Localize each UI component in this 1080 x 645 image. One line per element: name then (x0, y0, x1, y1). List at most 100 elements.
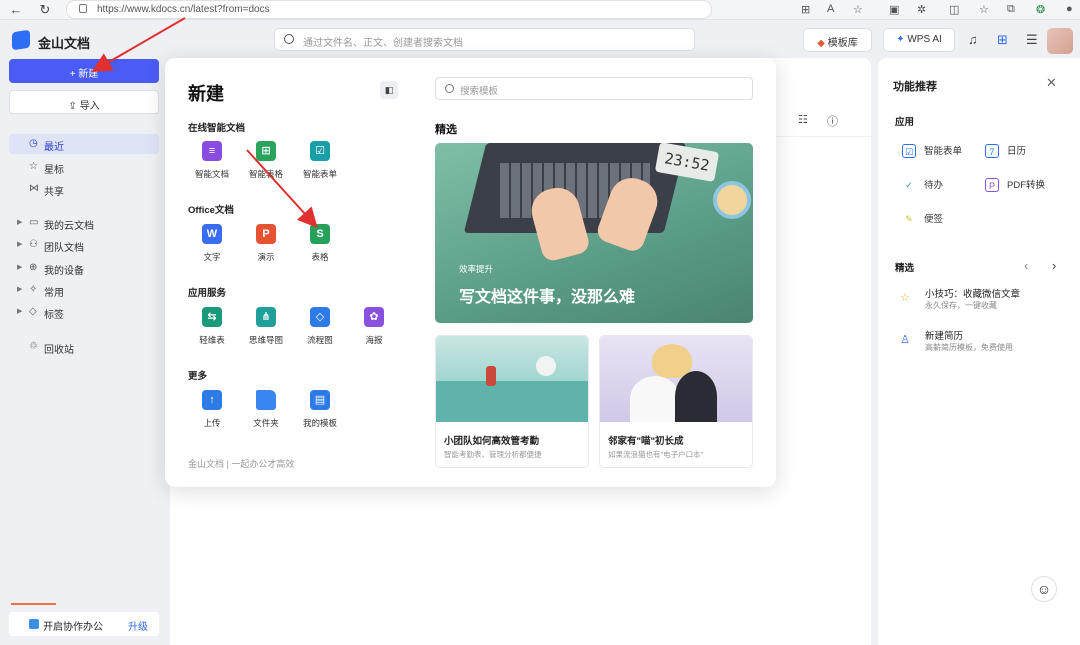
assistant-robot-icon[interactable]: ☺ (1031, 576, 1057, 602)
lock-icon (79, 4, 87, 13)
template-card[interactable]: 小团队如何高效管考勤 智能考勤表、管理分析都便捷 (435, 335, 589, 468)
apps-grid-icon[interactable]: ⊞ (997, 32, 1008, 48)
card-title: 小团队如何高效管考勤 (444, 436, 540, 447)
app-sticky-note[interactable]: ✎ 便签 (902, 212, 943, 228)
refresh-icon[interactable]: ↻ (37, 2, 53, 18)
tile-smart-form[interactable]: ☑ 智能表单 (295, 141, 345, 180)
card-subtitle: 如果流浪猫也有"电子户口本" (608, 450, 704, 459)
panel-toggle-icon[interactable]: ◧ (380, 81, 398, 99)
global-search-input[interactable]: 通过文件名、正文、创建者搜索文档 (274, 28, 695, 51)
caret-right-icon[interactable]: ▶ (17, 285, 22, 293)
featured-banner[interactable]: 23:52 效率提升 写文档这件事，没那么难 (435, 143, 753, 323)
sidebar-item-my-devices[interactable]: ▶ ⊕ 我的设备 (9, 258, 159, 278)
collections-icon[interactable]: ⧉ (1007, 3, 1015, 16)
folder-icon: ▭ (29, 217, 39, 228)
sidebar-item-trash[interactable]: ♲ 回收站 (9, 337, 159, 357)
todo-icon: ✓ (905, 180, 913, 190)
search-icon (284, 34, 294, 44)
chevron-left-icon[interactable]: ‹ (1024, 258, 1028, 273)
caret-right-icon[interactable]: ▶ (17, 263, 22, 271)
caret-right-icon[interactable]: ▶ (17, 240, 22, 248)
star-icon: ☆ (29, 161, 38, 172)
extensions-icon[interactable]: ✲ (917, 3, 926, 16)
tile-spreadsheet[interactable]: S 表格 (295, 224, 345, 263)
translate-icon[interactable]: A (827, 3, 834, 15)
section-title: 在线智能文档 (188, 123, 246, 134)
sidebar-item-starred[interactable]: ☆ 星标 (9, 157, 159, 177)
sidebar-item-my-cloud-docs[interactable]: ▶ ▭ 我的云文档 (9, 213, 159, 233)
tile-flowchart[interactable]: ◇ 流程图 (295, 307, 345, 346)
tile-poster[interactable]: ✿ 海报 (349, 307, 399, 346)
caret-right-icon[interactable]: ▶ (17, 218, 22, 226)
presentation-icon: P (256, 224, 276, 244)
back-icon[interactable]: ← (8, 2, 24, 17)
app-pdf-convert[interactable]: P PDF转换 (985, 178, 1045, 194)
smart-sheet-icon: ⊞ (256, 141, 276, 161)
search-icon (445, 84, 454, 93)
tile-presentation[interactable]: P 演示 (241, 224, 291, 263)
smart-form-icon: ☑ (310, 141, 330, 161)
popup-title: 新建 (188, 84, 224, 104)
kdocs-logo (12, 29, 30, 51)
tile-upload[interactable]: ↑ 上传 (187, 390, 237, 429)
reading-view-icon[interactable]: ◫ (949, 3, 959, 16)
tile-smart-doc[interactable]: ≡ 智能文档 (187, 141, 237, 180)
poster-icon: ✿ (364, 307, 384, 327)
collab-upgrade-banner[interactable]: 开启协作办公 升级 (9, 612, 159, 636)
favorites-icon[interactable]: ☆ (979, 3, 989, 16)
storage-progress-bar (11, 603, 56, 605)
address-bar[interactable]: https://www.kdocs.cn/latest?from=docs (66, 0, 712, 19)
filter-settings-icon[interactable]: ☷ (798, 113, 808, 126)
template-card[interactable]: 邻家有"喵"初长成 如果流浪猫也有"电子户口本" (599, 335, 753, 468)
template-search-input[interactable]: 搜索模板 (435, 77, 753, 100)
sidebar-item-frequent[interactable]: ▶ ✧ 常用 (9, 280, 159, 300)
app-calendar[interactable]: 7 日历 (985, 144, 1026, 160)
import-icon: ⇪ (68, 101, 77, 112)
menu-icon[interactable]: ☰ (1026, 32, 1038, 48)
wps-ai-button[interactable]: ✦ WPS AI (883, 28, 955, 52)
tile-smart-sheet[interactable]: ⊞ 智能表格 (241, 141, 291, 180)
split-view-icon[interactable]: ▣ (889, 3, 899, 16)
section-title: 更多 (188, 371, 208, 382)
spreadsheet-icon: S (310, 224, 330, 244)
banner-subtitle: 效率提升 (459, 264, 494, 274)
avatar[interactable] (1047, 28, 1073, 54)
bell-icon[interactable]: ♫ (968, 32, 978, 47)
upgrade-link[interactable]: 升级 (128, 618, 148, 633)
card-title: 邻家有"喵"初长成 (608, 436, 684, 447)
sidebar-item-team-docs[interactable]: ▶ ⚇ 团队文档 (9, 235, 159, 255)
profile-icon[interactable]: ● (1066, 3, 1073, 15)
app-name: 金山文档 (38, 36, 91, 51)
caret-right-icon[interactable]: ▶ (17, 307, 22, 315)
template-icon: ◆ (817, 38, 825, 49)
pin-icon: ✧ (29, 284, 38, 295)
sidebar: + 新建 ⇪ 导入 ◷ 最近 ☆ 星标 ⋈ 共享 ▶ ▭ 我的云文档 ▶ ⚇ 团… (0, 58, 170, 645)
team-icon: ⚇ (29, 239, 38, 250)
section-title: Office文档 (188, 205, 234, 216)
new-button[interactable]: + 新建 (9, 59, 159, 83)
ai-icon: ✦ (896, 34, 905, 45)
tile-mind-map[interactable]: ⋔ 思维导图 (241, 307, 291, 346)
resume-icon: ♙ (900, 334, 910, 346)
app-smart-form[interactable]: ☑ 智能表单 (902, 144, 962, 160)
template-library-button[interactable]: ◆ 模板库 (803, 28, 872, 52)
cats-illustration (600, 336, 752, 422)
close-icon[interactable]: ✕ (1046, 75, 1057, 91)
chevron-right-icon[interactable]: › (1052, 258, 1056, 273)
tile-light-table[interactable]: ⇆ 轻维表 (187, 307, 237, 346)
grid-icon[interactable]: ⊞ (801, 3, 810, 16)
tile-folder[interactable]: 文件夹 (241, 390, 291, 429)
feature-recommend-panel: 功能推荐 ✕ 应用 ☑ 智能表单 7 日历 ✓ 待办 P PDF转换 ✎ 便签 … (878, 58, 1080, 645)
tile-my-templates[interactable]: ▤ 我的模板 (295, 390, 345, 429)
star-icon[interactable]: ☆ (853, 3, 863, 16)
app-todo[interactable]: ✓ 待办 (902, 178, 943, 194)
tile-word[interactable]: W 文字 (187, 224, 237, 263)
sidebar-item-recent[interactable]: ◷ 最近 (9, 134, 159, 154)
sidebar-item-tags[interactable]: ▶ ◇ 标签 (9, 302, 159, 322)
clock-icon: ◷ (29, 138, 38, 149)
info-icon[interactable]: ⓘ (827, 113, 838, 129)
import-button[interactable]: ⇪ 导入 (9, 90, 159, 114)
copilot-icon[interactable]: ❂ (1036, 3, 1045, 16)
sidebar-item-shared[interactable]: ⋈ 共享 (9, 179, 159, 199)
featured-section-title: 精选 (895, 263, 915, 274)
